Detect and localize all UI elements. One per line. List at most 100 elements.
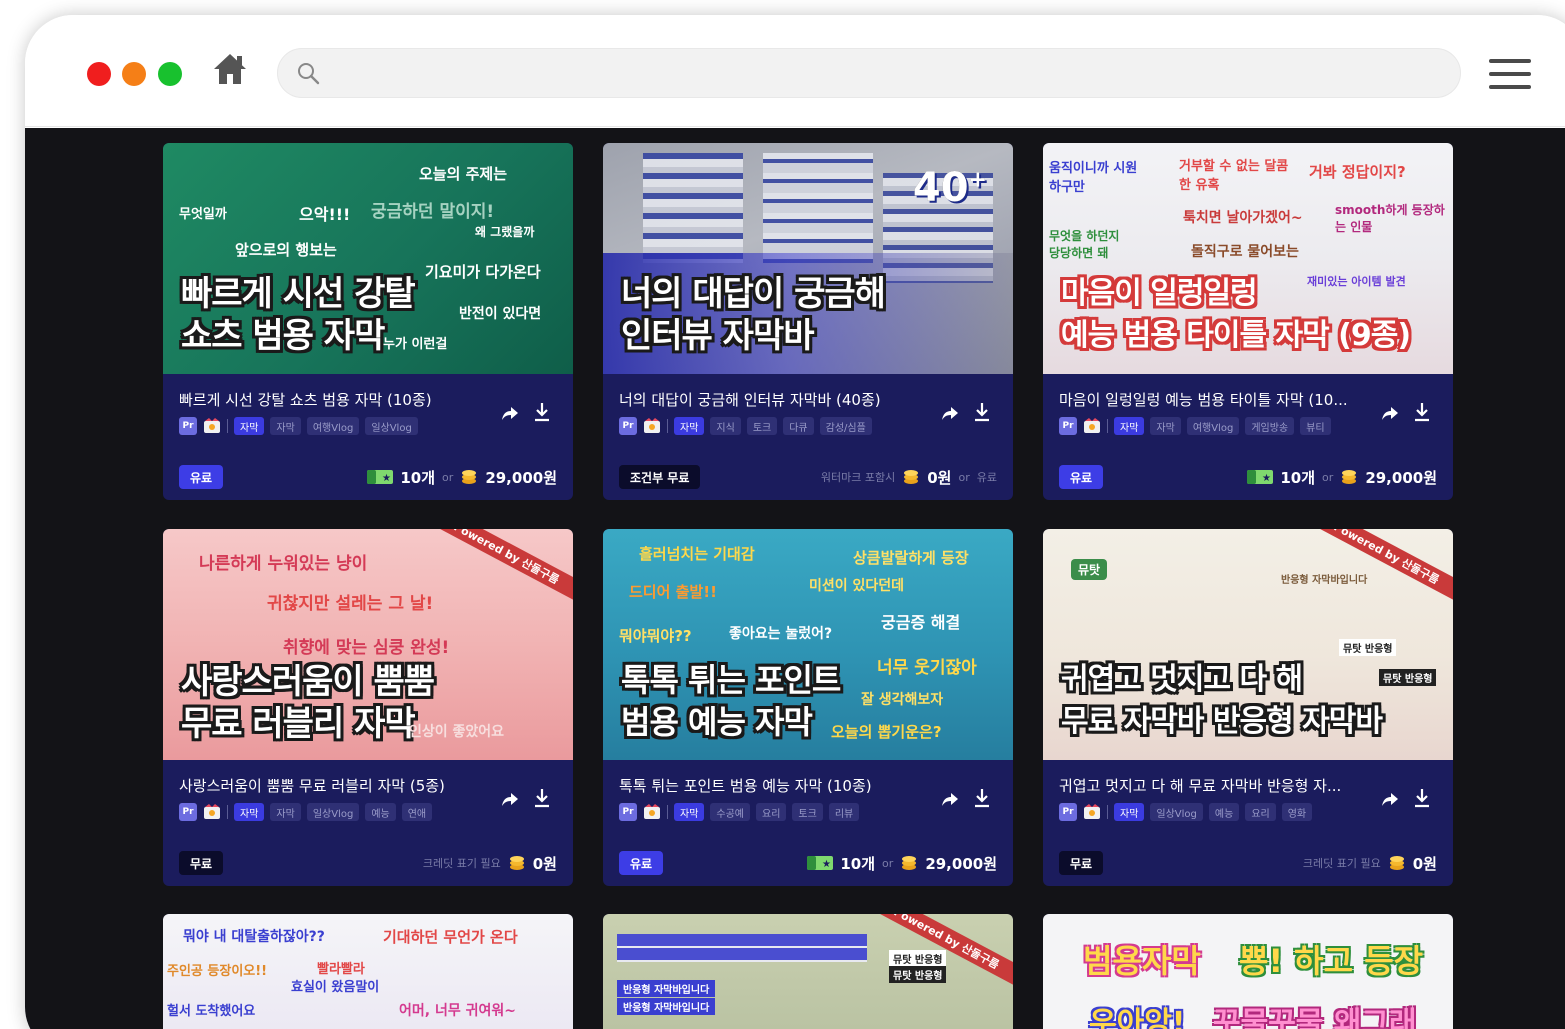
thumb-text: 인상이 좋았어요: [409, 724, 505, 740]
category-tag[interactable]: 자막: [1114, 417, 1145, 435]
tag-row: Pr 자막 수공예 요리 토크 리뷰: [619, 803, 860, 821]
category-tag[interactable]: 자막: [234, 803, 265, 821]
category-tag[interactable]: 일상Vlog: [365, 417, 418, 435]
thumb-text: 거부할 수 없는 달콤한 유혹: [1179, 159, 1289, 193]
asset-grid: 오늘의 주제는 무엇일까 으악!!! 궁금하던 말이지! 왜 그랬을까 앞으로의…: [25, 128, 1565, 1029]
card-thumbnail[interactable]: 뭐야 내 대탈출하잖아?? 기대하던 무언가 온다 주인공 등장이오!! 빨라빨…: [163, 914, 573, 1029]
download-icon[interactable]: [973, 402, 991, 422]
asset-card[interactable]: 오늘의 주제는 무엇일까 으악!!! 궁금하던 말이지! 왜 그랬을까 앞으로의…: [163, 143, 573, 500]
category-tag[interactable]: 자막: [270, 803, 301, 821]
thumb-text: 기대하던 무언가 온다: [383, 928, 518, 946]
category-tag[interactable]: 요리: [1245, 803, 1276, 821]
browser-toolbar: [25, 15, 1565, 127]
asset-card[interactable]: 흘러넘치는 기대감 상큼발랄하게 등장 드디어 출발!! 미션이 있다던데 궁금…: [603, 529, 1013, 886]
card-thumbnail[interactable]: 오늘의 주제는 무엇일까 으악!!! 궁금하던 말이지! 왜 그랬을까 앞으로의…: [163, 143, 573, 374]
category-tag[interactable]: 연애: [401, 803, 433, 821]
asset-card[interactable]: Powered by 산돌구름 반응형 자막바입니다 반응형 자막바입니다 뮤탓…: [603, 914, 1013, 1029]
premiere-pro-icon: Pr: [1059, 417, 1077, 435]
count-badge: 40+: [912, 165, 987, 211]
category-tag[interactable]: 토크: [746, 417, 778, 435]
price-info: 워터마크 포함시 0원 or 유료: [821, 465, 997, 489]
category-tag[interactable]: 요리: [756, 803, 787, 821]
download-icon[interactable]: [1413, 788, 1431, 808]
card-thumbnail[interactable]: 움직이니까 시원하구만 거부할 수 없는 달콤한 유혹 거봐 정답이지? 툭치면…: [1043, 143, 1453, 374]
share-icon[interactable]: [941, 790, 959, 808]
price-badge: 유료: [179, 465, 224, 489]
category-tag[interactable]: 토크: [792, 803, 823, 821]
download-icon[interactable]: [1413, 402, 1431, 422]
category-tag[interactable]: 자막: [674, 803, 705, 821]
category-tag[interactable]: 자막: [270, 417, 301, 435]
asset-card[interactable]: 뭐야 내 대탈출하잖아?? 기대하던 무언가 온다 주인공 등장이오!! 빨라빨…: [163, 914, 573, 1029]
category-tag[interactable]: 뷰티: [1300, 417, 1331, 435]
download-icon[interactable]: [533, 788, 551, 808]
asset-card[interactable]: Powered by 산돌구름 뮤탓 반응형 자막바입니다 뮤탓 반응형 뮤탓 …: [1043, 529, 1453, 886]
category-tag[interactable]: 다큐: [783, 417, 814, 435]
card-thumbnail[interactable]: 흘러넘치는 기대감 상큼발랄하게 등장 드디어 출발!! 미션이 있다던데 궁금…: [603, 529, 1013, 760]
category-tag[interactable]: 예능: [1208, 803, 1240, 821]
category-tag[interactable]: 수공예: [710, 803, 751, 821]
category-tag[interactable]: 감성/심플: [819, 417, 872, 435]
final-cut-icon: [1084, 418, 1100, 433]
card-title[interactable]: 사랑스러움이 뿜뿜 무료 러블리 자막 (5종): [179, 775, 499, 796]
category-tag[interactable]: 예능: [365, 803, 396, 821]
download-icon[interactable]: [533, 402, 551, 422]
asset-card[interactable]: Powered by 산돌구름 나른하게 누워있는 냥이 귀찮지만 설레는 그 …: [163, 529, 573, 886]
share-icon[interactable]: [501, 790, 519, 808]
asset-card[interactable]: 움직이니까 시원하구만 거부할 수 없는 달콤한 유혹 거봐 정답이지? 툭치면…: [1043, 143, 1453, 500]
hamburger-menu-icon[interactable]: [1489, 59, 1531, 91]
premiere-pro-icon: Pr: [179, 417, 197, 435]
download-icon[interactable]: [973, 788, 991, 808]
svg-text:★: ★: [1262, 473, 1271, 484]
category-tag[interactable]: 여행Vlog: [1186, 417, 1240, 435]
minimize-window-button[interactable]: [122, 62, 146, 86]
thumb-text: 궁금증 해결: [881, 613, 961, 632]
thumb-text: 빨라빨라: [317, 962, 365, 977]
final-cut-icon: [1084, 804, 1100, 819]
card-title[interactable]: 톡톡 튀는 포인트 범용 예능 자막 (10종): [619, 775, 939, 796]
share-icon[interactable]: [941, 404, 959, 422]
category-tag[interactable]: 자막: [234, 417, 265, 435]
card-thumbnail[interactable]: Powered by 산돌구름 반응형 자막바입니다 반응형 자막바입니다 뮤탓…: [603, 914, 1013, 1029]
price-info: ★ 10개 or 29,000원: [1247, 465, 1437, 489]
thumb-decoration: [763, 153, 873, 263]
thumb-text: 상큼발랄하게 등장: [853, 549, 969, 567]
share-icon[interactable]: [1381, 404, 1399, 422]
asset-card[interactable]: 40+ 너의 대답이 궁금해 인터뷰 자막바 너의 대답이 궁금해 인터뷰 자막…: [603, 143, 1013, 500]
ticket-count: 10개: [400, 468, 436, 487]
card-thumbnail[interactable]: Powered by 산돌구름 뮤탓 반응형 자막바입니다 뮤탓 반응형 뮤탓 …: [1043, 529, 1453, 760]
thumb-text: 돌직구로 물어보는: [1191, 244, 1299, 260]
card-thumbnail[interactable]: Powered by 산돌구름 나른하게 누워있는 냥이 귀찮지만 설레는 그 …: [163, 529, 573, 760]
share-icon[interactable]: [501, 404, 519, 422]
powered-label: Powered by 산돌구름: [1308, 529, 1453, 601]
category-tag[interactable]: 지식: [710, 417, 741, 435]
category-tag[interactable]: 자막: [1114, 803, 1145, 821]
card-title[interactable]: 마음이 일렁일렁 예능 범용 타이틀 자막 (10...: [1059, 389, 1379, 410]
card-title[interactable]: 빠르게 시선 강탈 쇼츠 범용 자막 (10종): [179, 389, 499, 410]
category-tag[interactable]: 여행Vlog: [306, 417, 360, 435]
close-window-button[interactable]: [87, 62, 111, 86]
category-tag[interactable]: 리뷰: [828, 803, 860, 821]
or-separator: or: [882, 856, 894, 870]
price-value: 0원: [1412, 854, 1437, 873]
home-icon[interactable]: [211, 50, 249, 88]
divider: [227, 805, 228, 819]
category-tag[interactable]: 게임방송: [1245, 417, 1295, 435]
maximize-window-button[interactable]: [158, 62, 182, 86]
asset-card[interactable]: 범용자막 뿅! 하고 등장 우아앙! 꾸물꾸물 왜그래: [1043, 914, 1453, 1029]
premiere-pro-icon: Pr: [619, 417, 637, 435]
category-tag[interactable]: 일상Vlog: [306, 803, 360, 821]
category-tag[interactable]: 자막: [1150, 417, 1181, 435]
card-thumbnail[interactable]: 범용자막 뿅! 하고 등장 우아앙! 꾸물꾸물 왜그래: [1043, 914, 1453, 1029]
category-tag[interactable]: 영화: [1281, 803, 1313, 821]
share-icon[interactable]: [1381, 790, 1399, 808]
thumb-text: 잘 생각해보자: [861, 692, 944, 708]
card-thumbnail[interactable]: 40+ 너의 대답이 궁금해 인터뷰 자막바: [603, 143, 1013, 374]
card-title[interactable]: 너의 대답이 궁금해 인터뷰 자막바 (40종): [619, 389, 939, 410]
card-title[interactable]: 귀엽고 멋지고 다 해 무료 자막바 반응형 자...: [1059, 775, 1379, 796]
address-bar[interactable]: [277, 48, 1461, 98]
price-row: 무료 크레딧 표기 필요 0원: [1059, 851, 1437, 875]
coin-icon: [1389, 856, 1404, 870]
category-tag[interactable]: 일상Vlog: [1150, 803, 1203, 821]
category-tag[interactable]: 자막: [674, 417, 705, 435]
